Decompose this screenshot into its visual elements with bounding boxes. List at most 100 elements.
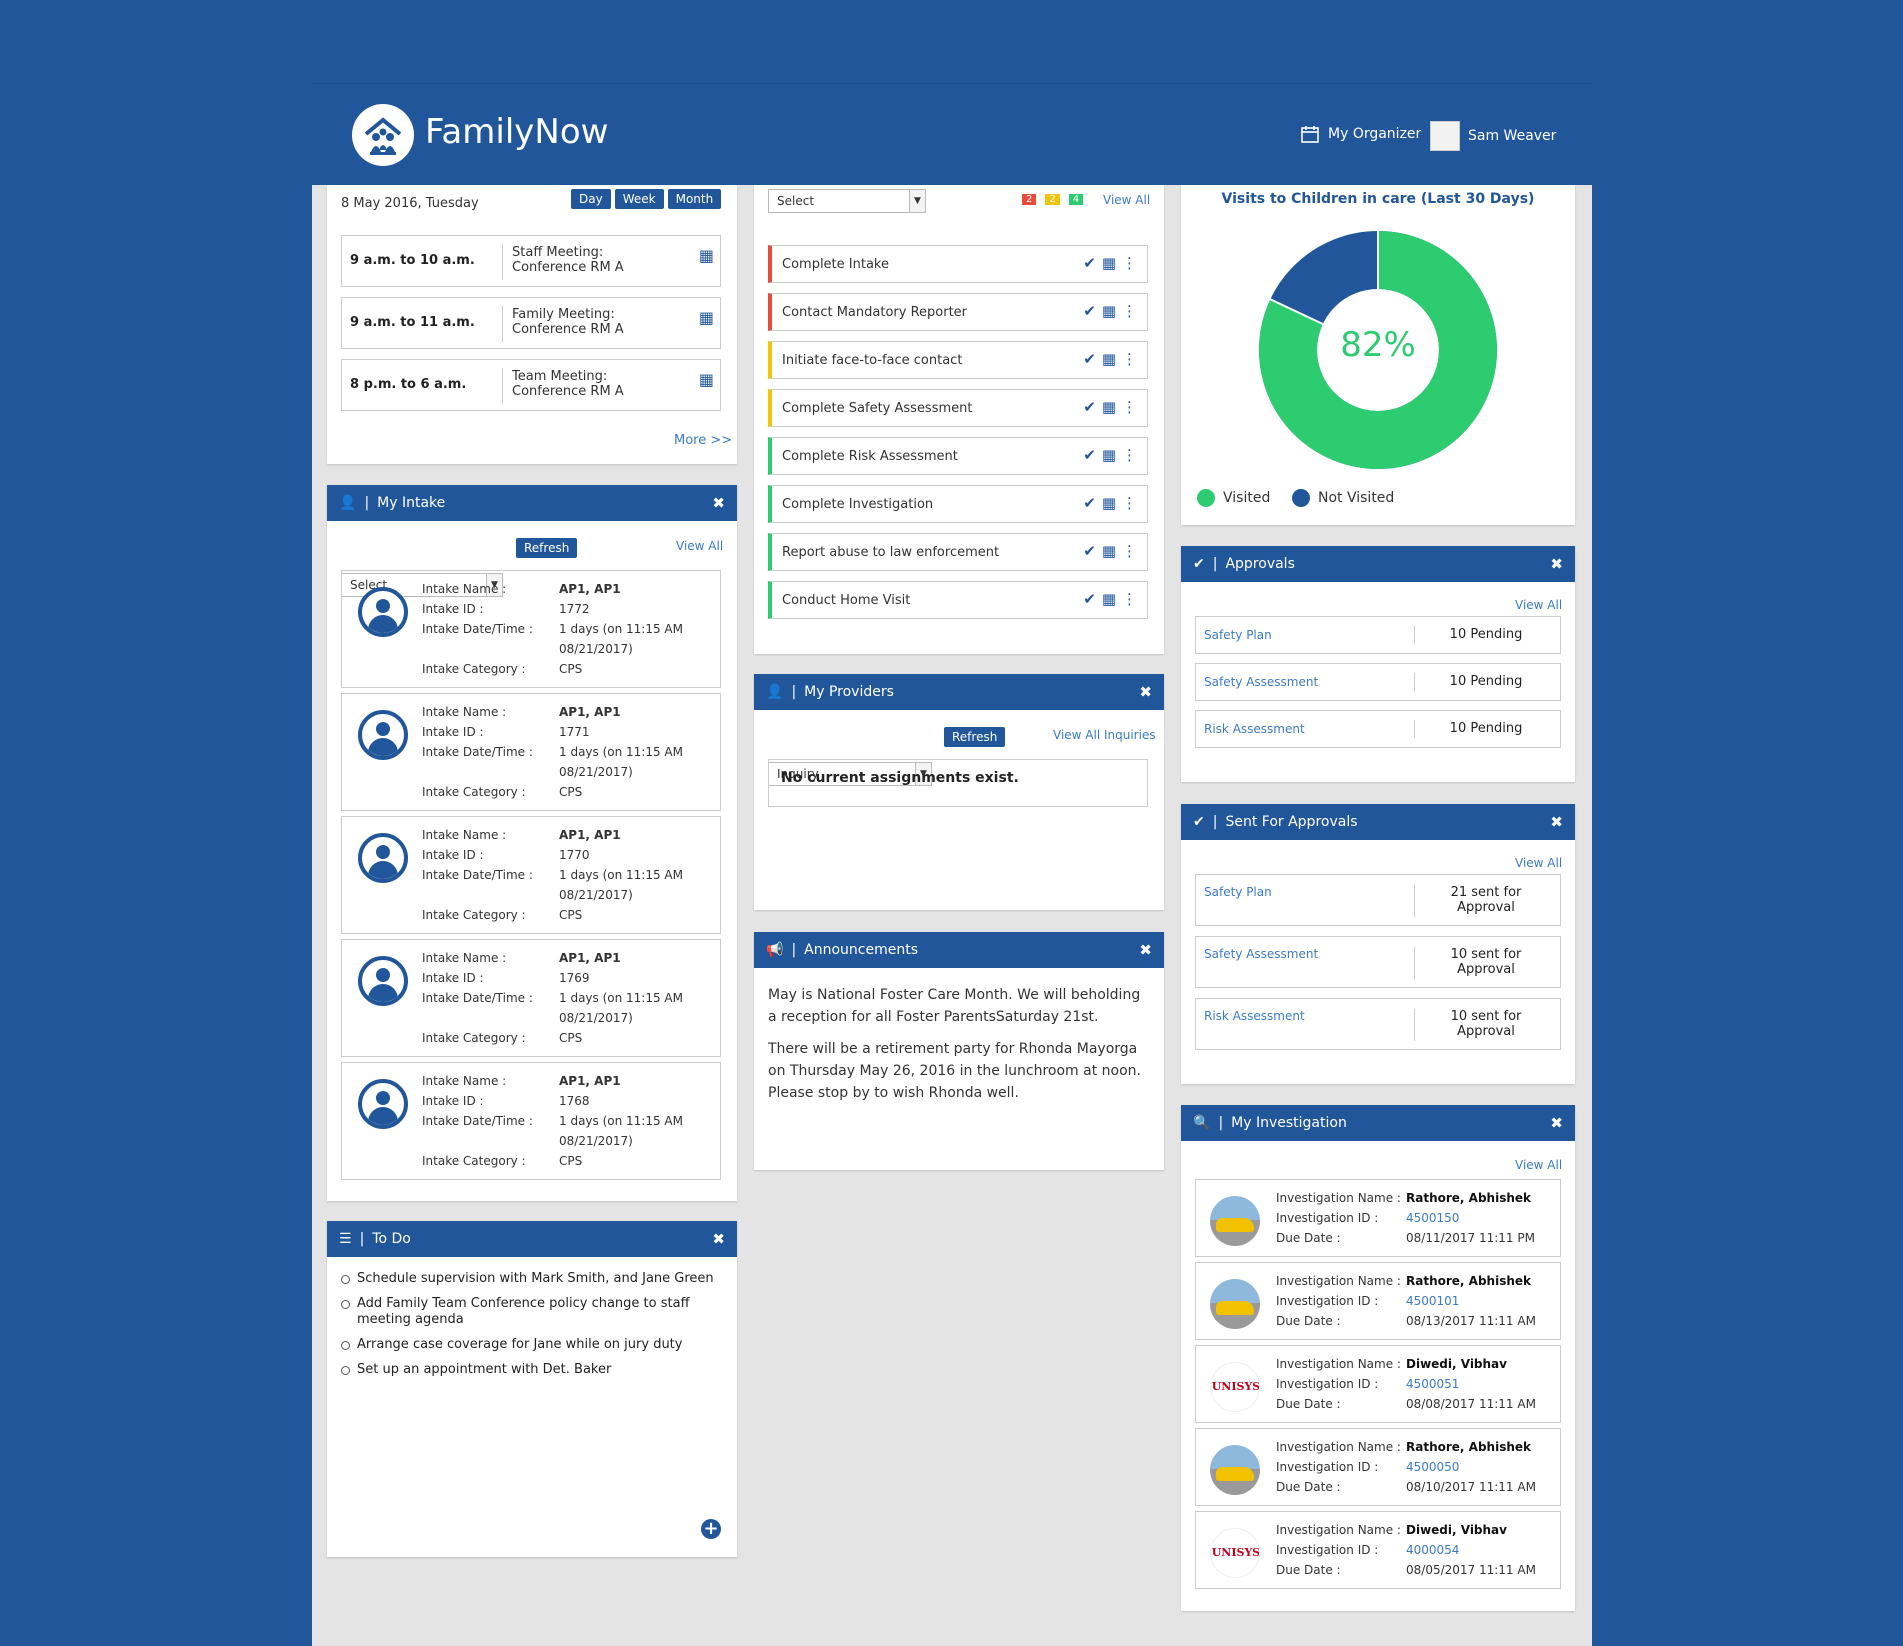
intake-card[interactable]: Intake Name : AP1, AP1 Intake ID :1770 Inta… — [341, 816, 721, 934]
close-icon[interactable]: ✖ — [712, 494, 725, 512]
calendar-icon[interactable]: ▦ — [1102, 302, 1116, 320]
calendar-icon[interactable]: ▦ — [699, 370, 714, 389]
investigation-id-value[interactable]: 4000054 — [1406, 1540, 1556, 1560]
sent-approval-row[interactable]: Safety Assessment 10 sent for Approval — [1195, 936, 1561, 988]
check-circle-icon[interactable]: ✔ — [1083, 590, 1096, 608]
month-view-button[interactable]: Month — [667, 189, 722, 209]
brand-name[interactable]: FamilyNow — [425, 112, 608, 152]
investigation-card[interactable]: Investigation Name : Rathore, Abhishek Inv… — [1195, 1428, 1561, 1506]
task-item[interactable]: Initiate face-to-face contact ✔ ▦ ⋮ — [768, 341, 1148, 379]
calendar-event[interactable]: 9 a.m. to 11 a.m. Family Meeting: Confere… — [341, 297, 721, 349]
intake-card[interactable]: Intake Name : AP1, AP1 Intake ID :1769 Inta… — [341, 939, 721, 1057]
investigation-id-value[interactable]: 4500101 — [1406, 1291, 1556, 1311]
calendar-icon[interactable]: ▦ — [699, 308, 714, 327]
sent-approval-name[interactable]: Risk Assessment — [1204, 1009, 1305, 1023]
yellow-count-badge[interactable]: 2 — [1045, 194, 1060, 205]
red-count-badge[interactable]: 2 — [1022, 194, 1037, 205]
week-view-button[interactable]: Week — [614, 189, 664, 209]
check-circle-icon[interactable]: ✔ — [1083, 494, 1096, 512]
more-vertical-icon[interactable]: ⋮ — [1122, 350, 1137, 368]
task-item[interactable]: Report abuse to law enforcement ✔ ▦ ⋮ — [768, 533, 1148, 571]
check-circle-icon[interactable]: ✔ — [1083, 398, 1096, 416]
user-menu[interactable]: Sam Weaver — [1430, 121, 1556, 151]
check-circle-icon[interactable]: ✔ — [1083, 446, 1096, 464]
intake-id-value[interactable]: 1769 — [559, 968, 729, 988]
sent-approval-name[interactable]: Safety Assessment — [1204, 947, 1318, 961]
close-icon[interactable]: ✖ — [1550, 813, 1563, 831]
calendar-event[interactable]: 8 p.m. to 6 a.m. Team Meeting: Conference… — [341, 359, 721, 411]
more-events-link[interactable]: More >> — [674, 433, 732, 448]
providers-refresh-button[interactable]: Refresh — [944, 727, 1006, 747]
calendar-icon[interactable]: ▦ — [1102, 446, 1116, 464]
intake-id-value[interactable]: 1771 — [559, 722, 729, 742]
intake-id-value[interactable]: 1772 — [559, 599, 729, 619]
add-todo-icon[interactable]: + — [701, 1519, 721, 1539]
task-item[interactable]: Conduct Home Visit ✔ ▦ ⋮ — [768, 581, 1148, 619]
approval-row[interactable]: Safety Assessment 10 Pending — [1195, 663, 1561, 701]
intake-id-value[interactable]: 1770 — [559, 845, 729, 865]
investigation-card[interactable]: Investigation Name : Rathore, Abhishek Inv… — [1195, 1179, 1561, 1257]
my-organizer-link[interactable]: My Organizer — [1300, 124, 1421, 144]
sent-approval-name[interactable]: Safety Plan — [1204, 885, 1272, 899]
intake-view-all-link[interactable]: View All — [676, 539, 723, 553]
more-vertical-icon[interactable]: ⋮ — [1122, 542, 1137, 560]
todo-item[interactable]: Set up an appointment with Det. Baker — [341, 1362, 731, 1378]
more-vertical-icon[interactable]: ⋮ — [1122, 494, 1137, 512]
more-vertical-icon[interactable]: ⋮ — [1122, 398, 1137, 416]
view-all-inquiries-link[interactable]: View All Inquiries — [1053, 728, 1156, 742]
task-item[interactable]: Complete Risk Assessment ✔ ▦ ⋮ — [768, 437, 1148, 475]
intake-id-value[interactable]: 1768 — [559, 1091, 729, 1111]
investigation-id-value[interactable]: 4500150 — [1406, 1208, 1556, 1228]
more-vertical-icon[interactable]: ⋮ — [1122, 446, 1137, 464]
approvals-view-all-link[interactable]: View All — [1515, 598, 1562, 612]
investigation-card[interactable]: UNISYS Investigation Name : Diwedi, Vibhav… — [1195, 1345, 1561, 1423]
calendar-icon[interactable]: ▦ — [1102, 398, 1116, 416]
sent-approvals-view-all-link[interactable]: View All — [1515, 856, 1562, 870]
approval-row[interactable]: Safety Plan 10 Pending — [1195, 616, 1561, 654]
close-icon[interactable]: ✖ — [1550, 1114, 1563, 1132]
investigation-id-value[interactable]: 4500051 — [1406, 1374, 1556, 1394]
sent-approval-row[interactable]: Safety Plan 21 sent for Approval — [1195, 874, 1561, 926]
todo-item[interactable]: Arrange case coverage for Jane while on … — [341, 1337, 731, 1353]
day-view-button[interactable]: Day — [571, 189, 611, 209]
check-circle-icon[interactable]: ✔ — [1083, 542, 1096, 560]
approval-name[interactable]: Risk Assessment — [1204, 722, 1305, 736]
check-circle-icon[interactable]: ✔ — [1083, 350, 1096, 368]
calendar-icon[interactable]: ▦ — [1102, 590, 1116, 608]
more-vertical-icon[interactable]: ⋮ — [1122, 590, 1137, 608]
calendar-icon[interactable]: ▦ — [1102, 542, 1116, 560]
sent-approval-row[interactable]: Risk Assessment 10 sent for Approval — [1195, 998, 1561, 1050]
calendar-icon[interactable]: ▦ — [1102, 254, 1116, 272]
approval-row[interactable]: Risk Assessment 10 Pending — [1195, 710, 1561, 748]
task-item[interactable]: Contact Mandatory Reporter ✔ ▦ ⋮ — [768, 293, 1148, 331]
todo-item[interactable]: Add Family Team Conference policy change… — [341, 1296, 731, 1328]
check-circle-icon[interactable]: ✔ — [1083, 302, 1096, 320]
todo-item[interactable]: Schedule supervision with Mark Smith, an… — [341, 1271, 731, 1287]
intake-card[interactable]: Intake Name : AP1, AP1 Intake ID :1771 Inta… — [341, 693, 721, 811]
task-item[interactable]: Complete Intake ✔ ▦ ⋮ — [768, 245, 1148, 283]
approval-name[interactable]: Safety Assessment — [1204, 675, 1318, 689]
investigation-card[interactable]: Investigation Name : Rathore, Abhishek Inv… — [1195, 1262, 1561, 1340]
calendar-event[interactable]: 9 a.m. to 10 a.m. Staff Meeting: Conferen… — [341, 235, 721, 287]
brand-logo-icon[interactable] — [352, 104, 414, 166]
close-icon[interactable]: ✖ — [712, 1230, 725, 1248]
more-vertical-icon[interactable]: ⋮ — [1122, 254, 1137, 272]
more-vertical-icon[interactable]: ⋮ — [1122, 302, 1137, 320]
task-filter-select[interactable]: Select ▼ — [768, 189, 926, 213]
green-count-badge[interactable]: 4 — [1068, 194, 1084, 205]
investigation-card[interactable]: UNISYS Investigation Name : Diwedi, Vibhav… — [1195, 1511, 1561, 1589]
investigation-id-value[interactable]: 4500050 — [1406, 1457, 1556, 1477]
calendar-icon[interactable]: ▦ — [1102, 350, 1116, 368]
tasks-view-all-link[interactable]: View All — [1103, 193, 1150, 207]
intake-card[interactable]: Intake Name : AP1, AP1 Intake ID :1768 Inta… — [341, 1062, 721, 1180]
close-icon[interactable]: ✖ — [1139, 941, 1152, 959]
close-icon[interactable]: ✖ — [1139, 683, 1152, 701]
approval-name[interactable]: Safety Plan — [1204, 628, 1272, 642]
intake-refresh-button[interactable]: Refresh — [516, 538, 578, 558]
check-circle-icon[interactable]: ✔ — [1083, 254, 1096, 272]
calendar-icon[interactable]: ▦ — [699, 246, 714, 265]
investigation-view-all-link[interactable]: View All — [1515, 1158, 1562, 1172]
calendar-icon[interactable]: ▦ — [1102, 494, 1116, 512]
close-icon[interactable]: ✖ — [1550, 555, 1563, 573]
intake-card[interactable]: Intake Name : AP1, AP1 Intake ID :1772 Inta… — [341, 570, 721, 688]
